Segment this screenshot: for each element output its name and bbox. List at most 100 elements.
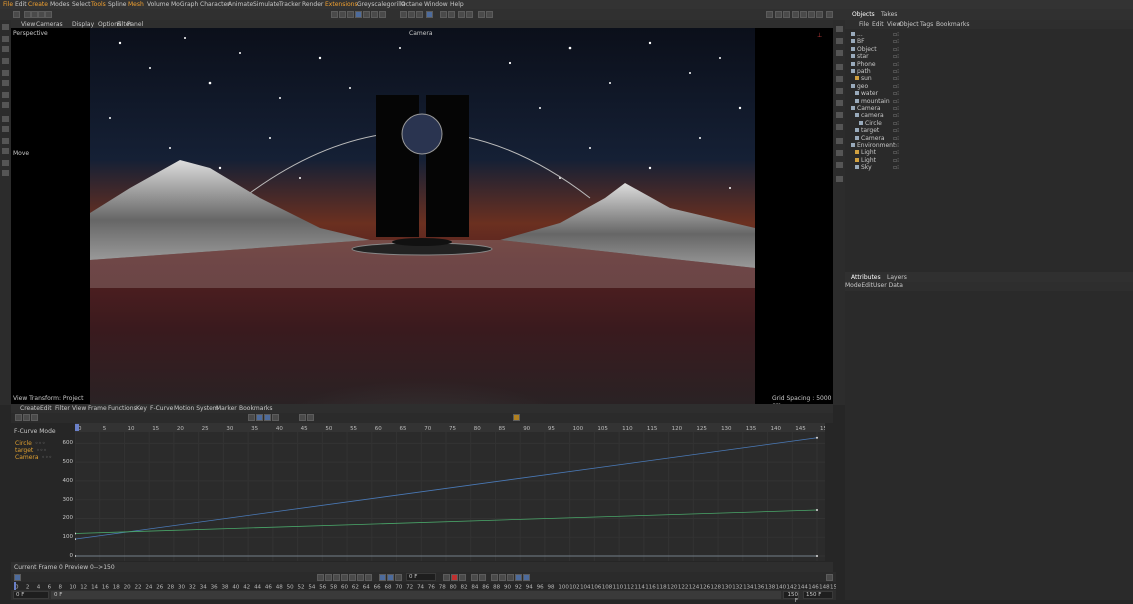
- objects-menu-edit[interactable]: Edit: [872, 21, 884, 28]
- track-item[interactable]: Circle ◦◦◦: [15, 440, 45, 447]
- autokey-icon[interactable]: [459, 574, 466, 581]
- object-row[interactable]: Light ▫⁝: [851, 157, 1133, 164]
- field-tool-icon[interactable]: [836, 162, 843, 168]
- settings-icon[interactable]: [478, 11, 485, 18]
- go-end-icon[interactable]: [365, 574, 372, 581]
- visibility-dots-icon[interactable]: ▫⁝: [893, 61, 899, 68]
- object-row[interactable]: Phone ▫⁝: [851, 61, 1133, 68]
- visibility-dots-icon[interactable]: ▫⁝: [893, 31, 899, 38]
- render-view-icon[interactable]: [339, 11, 346, 18]
- key-pla-icon[interactable]: [515, 574, 522, 581]
- menu-octane[interactable]: Octane: [401, 1, 423, 8]
- menu-character[interactable]: Character: [200, 1, 230, 8]
- viewport[interactable]: Perspective Camera Move View Transform: …: [11, 28, 833, 404]
- timeline-menu-edit[interactable]: Edit: [40, 405, 52, 412]
- frame-all-icon[interactable]: [299, 414, 306, 421]
- key-scale-icon[interactable]: [499, 574, 506, 581]
- attributes-menu-mode[interactable]: Mode: [845, 282, 861, 289]
- current-frame-field[interactable]: 0 F: [406, 573, 436, 581]
- attributes-menu-user-data[interactable]: User Data: [873, 282, 903, 289]
- object-row[interactable]: Camera ▫⁝: [851, 105, 1133, 112]
- tab-objects[interactable]: Objects: [852, 11, 875, 18]
- floor-icon[interactable]: [408, 11, 415, 18]
- move-icon[interactable]: [31, 11, 38, 18]
- object-row[interactable]: target ▫⁝: [851, 127, 1133, 134]
- end-frame-field[interactable]: 150 F: [783, 591, 799, 604]
- grid-icon[interactable]: [440, 11, 447, 18]
- motion-icon[interactable]: [31, 414, 38, 421]
- viewport-menu-panel[interactable]: Panel: [127, 21, 143, 28]
- visibility-dots-icon[interactable]: ▫⁝: [893, 135, 899, 142]
- visibility-dots-icon[interactable]: ▫⁝: [893, 98, 899, 105]
- key-point-icon[interactable]: [523, 574, 530, 581]
- menu-volume[interactable]: Volume: [147, 1, 169, 8]
- record-mode-icon[interactable]: [387, 574, 394, 581]
- gear-icon[interactable]: [486, 11, 493, 18]
- layout3-icon[interactable]: [783, 11, 790, 18]
- timeline-menu-key[interactable]: Key: [136, 405, 147, 412]
- object-row[interactable]: sun ▫⁝: [851, 75, 1133, 82]
- timeline-menu-f-curve[interactable]: F-Curve: [150, 405, 173, 412]
- max-frame-field[interactable]: 150 F: [803, 591, 833, 599]
- attributes-menu-edit[interactable]: Edit: [861, 282, 873, 289]
- prev-key-icon[interactable]: [325, 574, 332, 581]
- track-item[interactable]: Camera ◦◦◦: [15, 454, 52, 461]
- layout-icon[interactable]: [766, 11, 773, 18]
- visibility-dots-icon[interactable]: ▫⁝: [893, 120, 899, 127]
- visibility-dots-icon[interactable]: ▫⁝: [893, 149, 899, 156]
- viewport-menu-display[interactable]: Display: [72, 21, 94, 28]
- go-start-icon[interactable]: [317, 574, 324, 581]
- visibility-dots-icon[interactable]: ▫⁝: [893, 105, 899, 112]
- play-icon[interactable]: [341, 574, 348, 581]
- key3-icon[interactable]: [264, 414, 271, 421]
- menu-tracker[interactable]: Tracker: [279, 1, 301, 8]
- object-row[interactable]: path ▫⁝: [851, 68, 1133, 75]
- timeline-menu-view[interactable]: View: [72, 405, 86, 412]
- timeline-menu-bookmarks[interactable]: Bookmarks: [239, 405, 273, 412]
- layout8-icon[interactable]: [826, 11, 833, 18]
- track-item[interactable]: target ◦◦◦: [15, 447, 47, 454]
- paint-icon[interactable]: [2, 160, 9, 166]
- live-select-icon[interactable]: [2, 36, 9, 42]
- menu-modes[interactable]: Modes: [50, 1, 69, 8]
- text-tool-icon[interactable]: [836, 50, 843, 56]
- workplane-icon[interactable]: [458, 11, 465, 18]
- menu-animate[interactable]: Animate: [228, 1, 253, 8]
- objects-menu-object[interactable]: Object: [899, 21, 919, 28]
- sculpt-icon[interactable]: [2, 138, 9, 144]
- search-icon[interactable]: [2, 24, 9, 30]
- layout7-icon[interactable]: [816, 11, 823, 18]
- menu-spline[interactable]: Spline: [108, 1, 126, 8]
- objects-menu-bookmarks[interactable]: Bookmarks: [936, 21, 970, 28]
- object-row[interactable]: Light ▫⁝: [851, 149, 1133, 156]
- expand-icon[interactable]: [826, 574, 833, 581]
- object-row[interactable]: Sky ▫⁝: [851, 164, 1133, 171]
- visibility-dots-icon[interactable]: ▫⁝: [893, 46, 899, 53]
- menu-render[interactable]: Render: [302, 1, 323, 8]
- object-row[interactable]: ... ▫⁝: [851, 31, 1133, 38]
- brush-icon[interactable]: [2, 148, 9, 154]
- object-row[interactable]: mountain ▫⁝: [851, 98, 1133, 105]
- object-row[interactable]: Camera ▫⁝: [851, 135, 1133, 142]
- keyframe-sel-icon[interactable]: [471, 574, 478, 581]
- menu-window[interactable]: Window: [424, 1, 448, 8]
- visibility-dots-icon[interactable]: ▫⁝: [893, 164, 899, 171]
- menu-extensions[interactable]: Extensions: [325, 1, 358, 8]
- layout4-icon[interactable]: [792, 11, 799, 18]
- scene-tool-icon[interactable]: [836, 176, 843, 182]
- loop-icon[interactable]: [379, 574, 386, 581]
- visibility-dots-icon[interactable]: ▫⁝: [893, 127, 899, 134]
- key-icon[interactable]: [248, 414, 255, 421]
- cube-icon[interactable]: [355, 11, 362, 18]
- null-tool-icon[interactable]: [836, 138, 843, 144]
- tab-layers[interactable]: Layers: [887, 274, 907, 281]
- fcurve-graph[interactable]: 0 5 10 15 20 25 30 35 40 45 50 55 60 65 70 75 80 85 90 95 10…: [74, 423, 831, 561]
- timeline-icon[interactable]: [14, 574, 21, 581]
- uv-mode-icon[interactable]: [2, 126, 9, 132]
- visibility-dots-icon[interactable]: ▫⁝: [893, 83, 899, 90]
- visibility-dots-icon[interactable]: ▫⁝: [893, 157, 899, 164]
- visibility-dots-icon[interactable]: ▫⁝: [893, 38, 899, 45]
- record-icon[interactable]: [451, 574, 458, 581]
- polygons-mode-icon[interactable]: [2, 116, 9, 122]
- visibility-dots-icon[interactable]: ▫⁝: [893, 142, 899, 149]
